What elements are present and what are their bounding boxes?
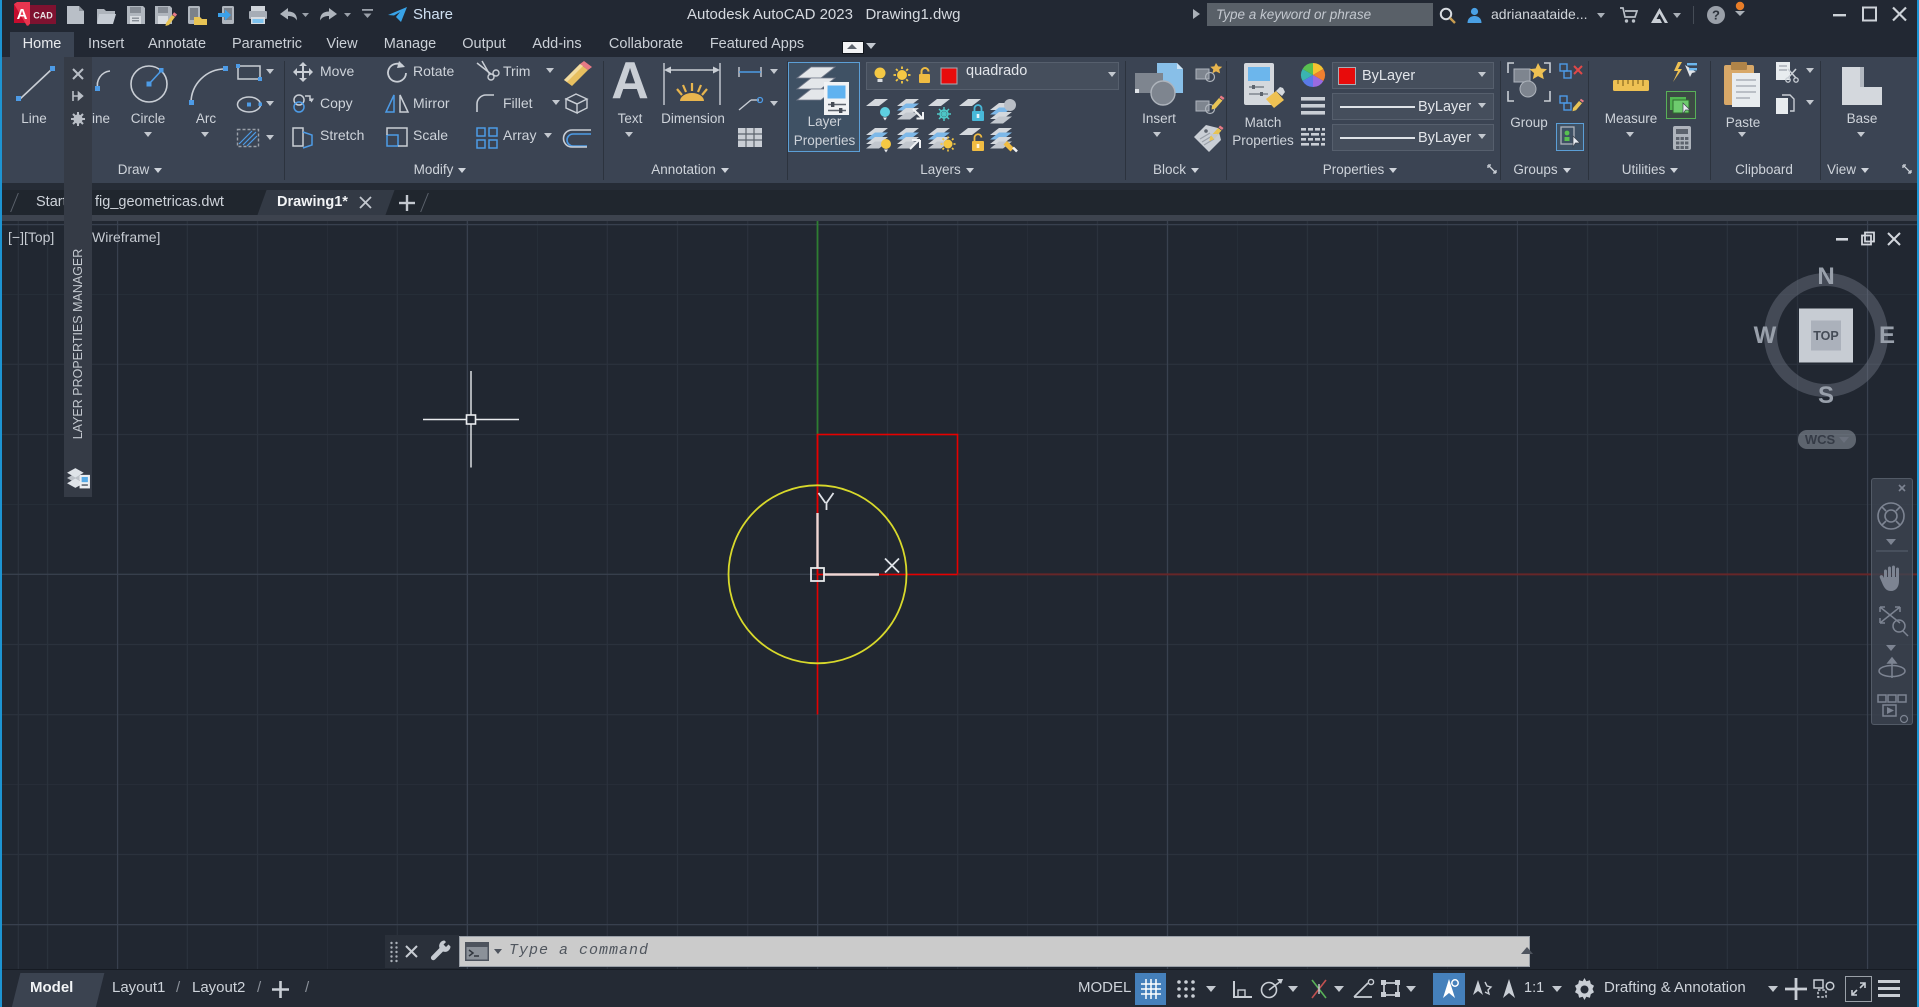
svg-text:?: ? (1712, 8, 1720, 23)
svg-text:A: A (17, 6, 28, 23)
svg-text:N: N (1817, 263, 1834, 290)
svg-text:W: W (1754, 322, 1777, 349)
svg-text:WCS: WCS (1805, 432, 1836, 447)
svg-text:TOP: TOP (1813, 329, 1838, 343)
svg-text:CAD: CAD (33, 11, 53, 21)
svg-text:S: S (1818, 382, 1834, 409)
svg-text:E: E (1879, 322, 1895, 349)
